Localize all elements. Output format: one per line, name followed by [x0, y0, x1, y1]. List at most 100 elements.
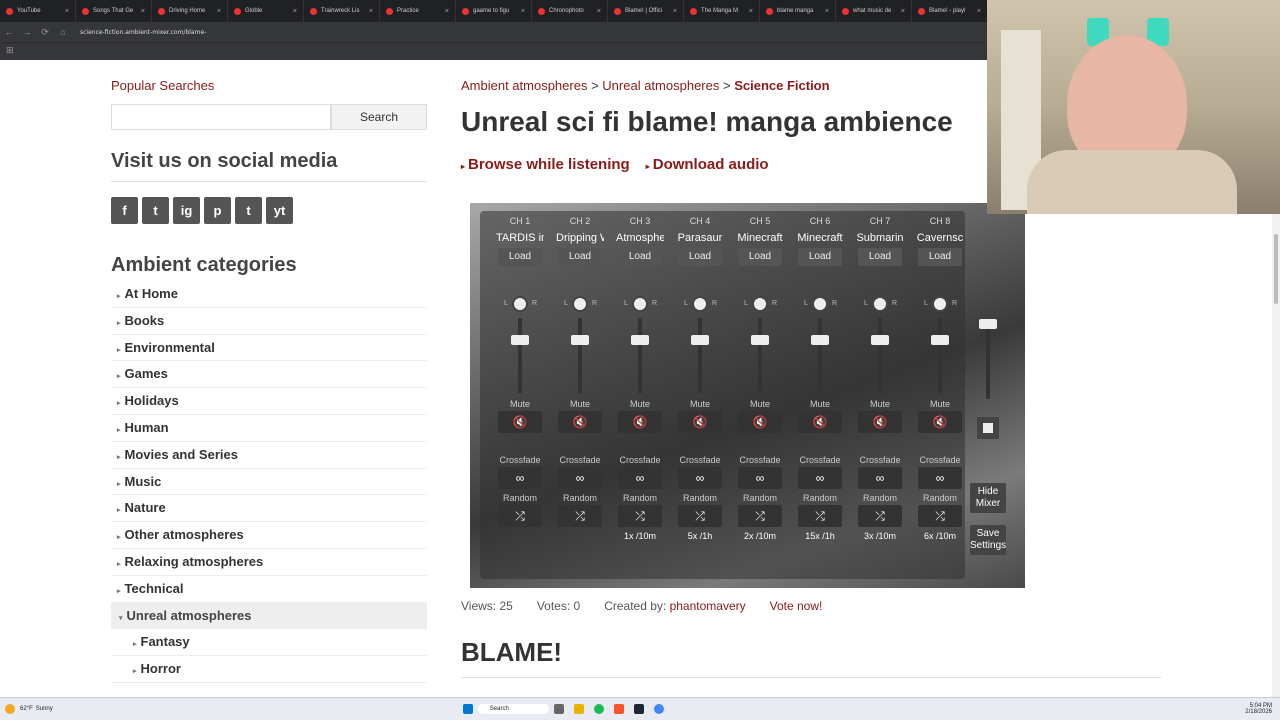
load-button[interactable]: Load: [738, 248, 782, 266]
forward-icon[interactable]: →: [18, 27, 36, 37]
browser-tab[interactable]: Practice ×: [380, 0, 456, 22]
category-item[interactable]: ▸ Games: [111, 361, 427, 389]
shuffle-icon[interactable]: ⤮: [738, 505, 782, 527]
balance-knob[interactable]: LR: [504, 296, 537, 312]
browser-tab[interactable]: YouTube ×: [0, 0, 76, 22]
category-item[interactable]: ▸ Human: [111, 415, 427, 442]
load-button[interactable]: Load: [918, 248, 962, 266]
volume-thumb[interactable]: [751, 334, 769, 345]
tab-close-icon[interactable]: ×: [597, 8, 601, 15]
hide-mixer-button[interactable]: Hide Mixer: [970, 483, 1006, 513]
category-item[interactable]: ▸ Nature: [111, 495, 427, 523]
load-button[interactable]: Load: [618, 248, 662, 266]
volume-thumb[interactable]: [631, 334, 649, 345]
scrollbar-thumb[interactable]: [1274, 234, 1278, 304]
balance-knob[interactable]: LR: [564, 296, 597, 312]
mute-icon[interactable]: 🔇: [678, 411, 722, 433]
tumblr-icon[interactable]: t: [235, 197, 262, 224]
tab-close-icon[interactable]: ×: [977, 8, 981, 15]
balance-knob[interactable]: LR: [684, 296, 717, 312]
category-item[interactable]: ▸ Technical: [111, 576, 427, 603]
tab-close-icon[interactable]: ×: [521, 8, 525, 15]
balance-knob[interactable]: LR: [804, 296, 837, 312]
tab-close-icon[interactable]: ×: [825, 8, 829, 15]
browser-tab[interactable]: gaame to figu ×: [456, 0, 532, 22]
tab-close-icon[interactable]: ×: [217, 8, 221, 15]
crossfade-icon[interactable]: ∞: [498, 467, 542, 489]
shuffle-icon[interactable]: ⤮: [918, 505, 962, 527]
apps-icon[interactable]: ⊞: [6, 45, 14, 56]
instagram-icon[interactable]: ig: [173, 197, 200, 224]
master-volume-thumb[interactable]: [979, 319, 997, 329]
volume-slider[interactable]: [631, 318, 649, 393]
mute-icon[interactable]: 🔇: [798, 411, 842, 433]
volume-slider[interactable]: [811, 318, 829, 393]
tab-close-icon[interactable]: ×: [445, 8, 449, 15]
crossfade-icon[interactable]: ∞: [918, 467, 962, 489]
chrome-icon[interactable]: [653, 704, 664, 714]
url-field[interactable]: science-fiction.ambient-mixer.com/blame-: [80, 29, 206, 36]
browser-tab[interactable]: Globle ×: [228, 0, 304, 22]
browser-tab[interactable]: blame manga ×: [760, 0, 836, 22]
brave-icon[interactable]: [613, 704, 624, 714]
crossfade-icon[interactable]: ∞: [858, 467, 902, 489]
balance-knob[interactable]: LR: [624, 296, 657, 312]
weather-icon[interactable]: [5, 704, 15, 714]
crossfade-icon[interactable]: ∞: [618, 467, 662, 489]
vote-now-link[interactable]: Vote now!: [770, 599, 823, 613]
taskbar-search[interactable]: Search: [477, 704, 549, 714]
tab-close-icon[interactable]: ×: [65, 8, 69, 15]
volume-slider[interactable]: [751, 318, 769, 393]
shuffle-icon[interactable]: ⤮: [858, 505, 902, 527]
shuffle-icon[interactable]: ⤮: [498, 505, 542, 527]
load-button[interactable]: Load: [858, 248, 902, 266]
load-button[interactable]: Load: [678, 248, 722, 266]
category-item[interactable]: ▸ Fantasy: [111, 629, 427, 657]
balance-knob[interactable]: LR: [744, 296, 777, 312]
category-item[interactable]: ▸ Holidays: [111, 388, 427, 415]
browser-tab[interactable]: Trainwreck Lis ×: [304, 0, 380, 22]
load-button[interactable]: Load: [498, 248, 542, 266]
category-item[interactable]: ▸ Music: [111, 469, 427, 496]
shuffle-icon[interactable]: ⤮: [618, 505, 662, 527]
back-icon[interactable]: ←: [0, 27, 18, 37]
browser-tab[interactable]: Blame! - playl ×: [912, 0, 988, 22]
category-item[interactable]: ▸ Other atmospheres: [111, 522, 427, 549]
volume-thumb[interactable]: [571, 334, 589, 345]
mute-icon[interactable]: 🔇: [918, 411, 962, 433]
creator-link[interactable]: phantomavery: [670, 599, 746, 613]
tab-close-icon[interactable]: ×: [293, 8, 297, 15]
browser-tab[interactable]: Songs That Ge ×: [76, 0, 152, 22]
shuffle-icon[interactable]: ⤮: [558, 505, 602, 527]
balance-knob[interactable]: LR: [864, 296, 897, 312]
pinterest-icon[interactable]: p: [204, 197, 231, 224]
save-settings-button[interactable]: Save Settings: [970, 525, 1006, 555]
shuffle-icon[interactable]: ⤮: [678, 505, 722, 527]
search-input[interactable]: [111, 104, 331, 130]
load-button[interactable]: Load: [558, 248, 602, 266]
reload-icon[interactable]: ⟳: [36, 27, 54, 38]
volume-thumb[interactable]: [931, 334, 949, 345]
mute-icon[interactable]: 🔇: [858, 411, 902, 433]
youtube-icon[interactable]: yt: [266, 197, 293, 224]
volume-thumb[interactable]: [871, 334, 889, 345]
spotify-icon[interactable]: [593, 704, 604, 714]
home-icon[interactable]: ⌂: [54, 27, 72, 37]
twitter-icon[interactable]: t: [142, 197, 169, 224]
mute-icon[interactable]: 🔇: [618, 411, 662, 433]
mute-icon[interactable]: 🔇: [738, 411, 782, 433]
category-item[interactable]: ▾ Unreal atmospheres: [111, 602, 427, 630]
crossfade-icon[interactable]: ∞: [798, 467, 842, 489]
search-button[interactable]: Search: [331, 104, 427, 130]
category-item[interactable]: ▸ Movies and Series: [111, 442, 427, 469]
category-item[interactable]: ▸ Environmental: [111, 335, 427, 362]
category-item[interactable]: ▸ Relaxing atmospheres: [111, 549, 427, 576]
browse-while-listening-link[interactable]: ▸ Browse while listening: [461, 156, 630, 173]
download-audio-link[interactable]: ▸ Download audio: [646, 156, 769, 173]
file-explorer-icon[interactable]: [573, 704, 584, 714]
browser-tab[interactable]: what music de ×: [836, 0, 912, 22]
browser-tab[interactable]: Blame! | Offici ×: [608, 0, 684, 22]
browser-tab[interactable]: Driving Home ×: [152, 0, 228, 22]
volume-slider[interactable]: [691, 318, 709, 393]
clock[interactable]: 5:04 PM 2/18/2026: [1245, 703, 1272, 715]
